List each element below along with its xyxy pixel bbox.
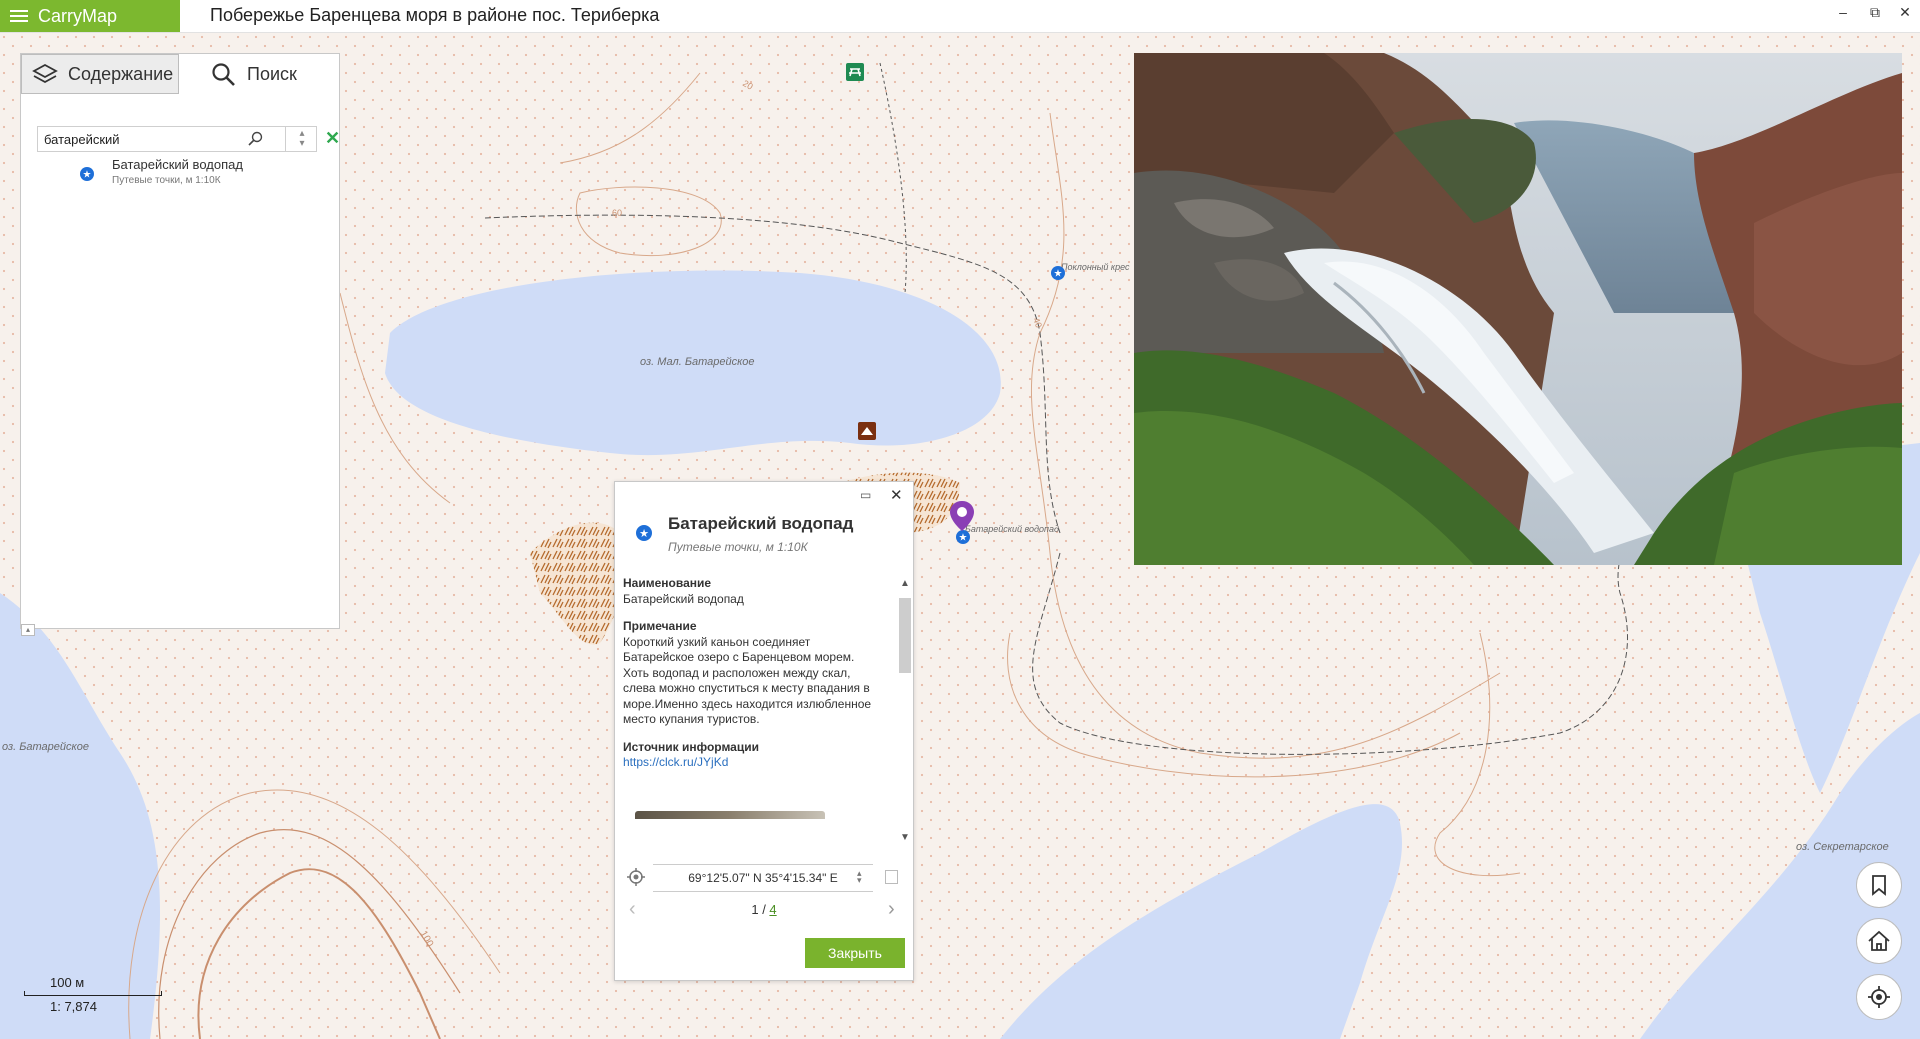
field-label-note: Примечание [623,619,697,633]
picnic-icon[interactable] [846,63,864,81]
pager-current: 1 [751,902,759,917]
next-page-icon[interactable]: › [888,898,895,921]
copy-icon[interactable] [885,870,898,884]
collapse-panel-icon[interactable]: ▴ [21,624,35,636]
svg-text:★: ★ [83,170,92,181]
home-icon [1868,930,1890,951]
lake-label-right: оз. Секретарское [1796,841,1889,853]
close-popup-icon[interactable]: ✕ [890,486,903,504]
shelter-icon[interactable] [858,422,876,440]
search-input[interactable] [44,132,244,147]
close-window-button[interactable]: ✕ [1894,4,1916,21]
window-title: Побережье Баренцева моря в районе пос. Т… [210,5,660,25]
scale-distance: 100 м [50,975,85,990]
tab-content-label: Содержание [68,63,174,84]
app-name: CarryMap [38,5,118,26]
locate-icon[interactable] [627,868,645,886]
tab-search-label: Поиск [247,63,297,84]
field-value-note: Короткий узкий каньон соединяет Батарейс… [623,634,872,727]
content-panel: Содержание Поиск ▴▾ ✕ ★ Батарейский водо… [20,53,340,636]
waypoint-icon: ★ [636,525,652,541]
feature-photo[interactable] [1134,53,1902,565]
restore-button[interactable]: ⧉ [1864,4,1886,21]
clear-search-icon[interactable]: ✕ [325,128,340,149]
search-icon [212,63,235,86]
popup-title: Батарейский водопад [668,514,854,533]
lake-label-left: оз. Батарейское [2,741,89,753]
field-label-source: Источник информации [623,739,759,754]
waterfall-photo [1134,53,1902,565]
result-subtitle: Путевые точки, м 1:10К [112,175,221,186]
search-divider [285,127,286,151]
pager-separator: / [758,902,770,917]
popup-scrollbar[interactable]: ▲ ▼ [899,578,911,843]
tab-search[interactable]: Поиск [211,54,297,94]
scale-line [24,991,162,996]
scroll-down-icon[interactable]: ▼ [899,832,911,843]
feature-popup: ▭ ✕ ★ Батарейский водопад Путевые точки,… [614,481,914,981]
minimize-button[interactable]: – [1832,4,1854,20]
waypoint-icon: ★ [80,167,94,181]
source-link[interactable]: https://clck.ru/JYjKd [623,755,728,769]
popup-attributes: Наименование Батарейский водопад Примеча… [623,570,883,819]
bookmark-icon [1872,875,1886,896]
locate-icon [1868,986,1890,1008]
my-location-button[interactable] [1856,974,1902,1020]
poi-label-waterfall: Батарейский водопад [965,524,1059,534]
app-menu-button[interactable]: CarryMap [0,0,180,32]
popup-photo-thumbnail[interactable] [635,810,825,819]
close-button[interactable]: Закрыть [805,938,905,968]
field-value-name: Батарейский водопад [623,591,744,606]
lake-label-small: оз. Мал. Батарейское [640,356,755,368]
scroll-up-icon[interactable]: ▲ [899,578,911,589]
svg-text:★: ★ [639,528,649,540]
waypoint-cross-icon[interactable]: ★ [1050,265,1066,281]
search-submit-icon[interactable] [248,131,264,147]
coordinate-bar: 69°12'5.07" N 35°4'15.34" E ▴ ▾ [623,862,905,892]
hamburger-icon [10,7,28,25]
pager-total[interactable]: 4 [769,902,776,917]
contour-label-60: 60 [612,208,622,218]
svg-text:★: ★ [1054,269,1063,280]
coordinate-format-icon[interactable]: ▴ ▾ [857,869,862,885]
scale-ratio: 1: 7,874 [50,999,97,1014]
popup-subtitle: Путевые точки, м 1:10К [668,540,808,554]
svg-text:★: ★ [959,533,968,544]
field-label-name: Наименование [623,576,712,590]
tab-content[interactable]: Содержание [21,54,179,94]
maximize-popup-icon[interactable]: ▭ [860,488,871,502]
layers-icon [32,63,58,84]
scroll-thumb[interactable] [899,598,911,673]
map-pin-icon[interactable] [948,499,976,533]
prev-page-icon[interactable]: ‹ [629,898,636,921]
pager: ‹ 1 / 4 › [615,898,913,920]
search-result-item[interactable]: ★ Батарейский водопад Путевые точки, м 1… [57,157,243,186]
result-title: Батарейский водопад [112,157,243,172]
search-options-icon[interactable]: ▴ ▾ [288,129,316,149]
coordinates-field[interactable]: 69°12'5.07" N 35°4'15.34" E [653,864,873,892]
scale-bar: 100 м 1: 7,874 [24,975,162,1014]
title-bar: CarryMap Побережье Баренцева моря в райо… [0,0,1920,33]
search-box: ▴▾ [37,126,317,152]
home-button[interactable] [1856,918,1902,964]
bookmark-button[interactable] [1856,862,1902,908]
poi-label-cross: Поклонный крес [1061,262,1130,272]
